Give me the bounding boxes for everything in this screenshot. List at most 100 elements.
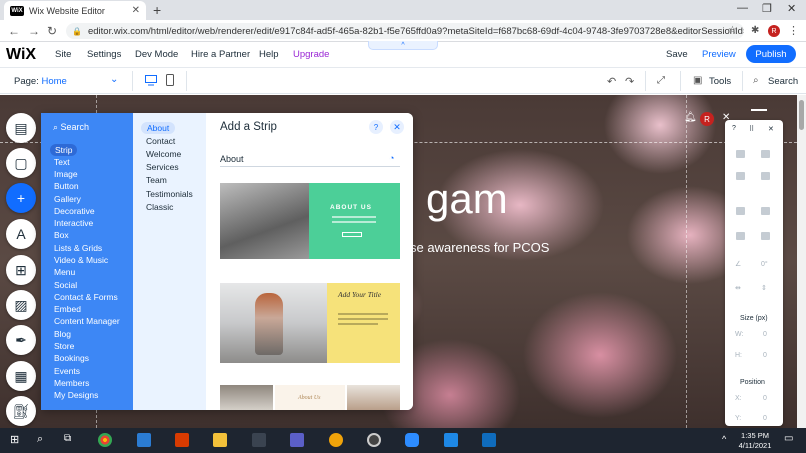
x-value[interactable]: 0 [763, 395, 767, 402]
save-button[interactable]: Save [666, 49, 688, 60]
subcategory-about[interactable]: About [141, 122, 176, 134]
subcategory-testimonials[interactable]: Testimonials [146, 189, 193, 199]
windows-start-icon[interactable]: ⊞ [10, 433, 19, 446]
profile-avatar[interactable]: R [768, 25, 780, 37]
file-explorer-taskbar-icon[interactable] [213, 433, 227, 447]
panel-search[interactable]: ⌕ Search [53, 122, 89, 133]
category-video-music[interactable]: Video & Music [54, 255, 108, 265]
redo-icon[interactable]: ↷ [625, 75, 634, 88]
site-member-avatar[interactable]: R [700, 112, 714, 126]
align-icon[interactable] [736, 232, 745, 240]
hero-subheading[interactable]: se awareness for PCOS [410, 240, 549, 255]
search-icon[interactable]: ⌕ [753, 75, 759, 86]
inspector-help-icon[interactable]: ? [732, 125, 736, 132]
zoom-taskbar-icon[interactable] [405, 433, 419, 447]
video-app-taskbar-icon[interactable] [444, 433, 458, 447]
publish-button[interactable]: Publish [746, 45, 796, 63]
collapse-top-bar-handle[interactable]: ^ [368, 41, 438, 50]
canvas-scrollbar[interactable] [797, 95, 806, 428]
business-tools-icon[interactable]: ⛽︎ [6, 396, 36, 426]
duplicate-icon[interactable] [736, 172, 745, 180]
subcategory-contact[interactable]: Contact [146, 136, 175, 146]
task-view-icon[interactable]: ⧉ [64, 433, 71, 444]
hamburger-icon[interactable] [751, 109, 767, 111]
category-box[interactable]: Box [54, 230, 69, 240]
category-bookings[interactable]: Bookings [54, 353, 89, 363]
hero-heading[interactable]: gam [426, 175, 508, 223]
scrollbar-thumb[interactable] [799, 100, 804, 130]
subcategory-welcome[interactable]: Welcome [146, 149, 181, 159]
theme-icon[interactable]: A [6, 219, 36, 249]
url-field[interactable]: 🔒 editor.wix.com/html/editor/web/rendere… [66, 23, 744, 39]
desktop-view-icon[interactable] [145, 75, 157, 86]
outlook-taskbar-icon[interactable] [137, 433, 151, 447]
distribute-icon[interactable] [761, 232, 770, 240]
stretch-icon[interactable]: ⇕ [761, 284, 767, 292]
forward-icon[interactable]: → [28, 24, 40, 38]
teams-taskbar-icon[interactable] [290, 433, 304, 447]
new-tab-icon[interactable]: + [153, 2, 161, 18]
help-icon[interactable]: ? [369, 120, 383, 134]
strip-thumbnail-add-your-title[interactable]: Add Your Title [220, 283, 400, 363]
rotate-icon[interactable]: ∠ [735, 260, 741, 268]
category-strip[interactable]: Strip [50, 144, 78, 156]
category-interactive[interactable]: Interactive [54, 218, 93, 228]
tools-icon[interactable]: ▣ [693, 75, 702, 86]
delete-icon[interactable] [761, 172, 770, 180]
info-icon[interactable]: ◔ [389, 153, 394, 163]
category-gallery[interactable]: Gallery [54, 194, 81, 204]
app-market-icon[interactable]: ⊞ [6, 255, 36, 285]
reload-icon[interactable]: ↻ [47, 24, 57, 38]
width-value[interactable]: 0 [763, 331, 767, 338]
subcategory-team[interactable]: Team [146, 175, 167, 185]
bookings-icon[interactable]: ▦ [6, 361, 36, 391]
tab-close-icon[interactable]: ✕ [132, 5, 140, 16]
office-taskbar-icon[interactable] [175, 433, 189, 447]
menu-site[interactable]: Site [55, 49, 71, 60]
category-button[interactable]: Button [54, 181, 79, 191]
category-lists-grids[interactable]: Lists & Grids [54, 243, 102, 253]
undo-icon[interactable]: ↶ [607, 75, 616, 88]
category-menu[interactable]: Menu [54, 267, 75, 277]
group-icon[interactable] [761, 207, 770, 215]
category-blog[interactable]: Blog [54, 329, 71, 339]
category-members[interactable]: Members [54, 378, 89, 388]
taskbar-clock[interactable]: 1:35 PM 4/11/2021 [735, 431, 775, 451]
media-taskbar-icon[interactable] [367, 433, 381, 447]
taskbar-search-icon[interactable]: ⌕ [37, 433, 43, 446]
category-events[interactable]: Events [54, 366, 80, 376]
menu-settings[interactable]: Settings [87, 49, 121, 60]
bookmark-star-icon[interactable]: ☆ [728, 25, 737, 36]
subcategory-classic[interactable]: Classic [146, 202, 173, 212]
pages-icon[interactable]: ▤ [6, 113, 36, 143]
minimize-icon[interactable]: — [737, 2, 748, 14]
clock-app-taskbar-icon[interactable] [329, 433, 343, 447]
extensions-icon[interactable]: ✱ [751, 25, 759, 36]
window-close-icon[interactable]: ✕ [787, 2, 796, 15]
chevron-down-icon[interactable]: ⌄ [110, 74, 118, 85]
menu-upgrade[interactable]: Upgrade [293, 49, 329, 60]
menu-dev-mode[interactable]: Dev Mode [135, 49, 178, 60]
strip-thumbnail-about-us[interactable]: ABOUT US [220, 183, 400, 259]
menu-help[interactable]: Help [259, 49, 279, 60]
app-taskbar-icon[interactable] [252, 433, 266, 447]
bell-icon[interactable]: 🔔︎ [684, 112, 697, 123]
tray-chevron-icon[interactable]: ^ [722, 434, 726, 444]
category-image[interactable]: Image [54, 169, 78, 179]
y-value[interactable]: 0 [763, 415, 767, 422]
blog-icon[interactable]: ✒ [6, 325, 36, 355]
wix-logo[interactable]: WiX [6, 46, 36, 64]
category-store[interactable]: Store [54, 341, 74, 351]
inspector-close-icon[interactable]: ✕ [768, 125, 774, 133]
page-selector[interactable]: Page: Home [14, 76, 67, 87]
search-button[interactable]: Search [768, 76, 798, 87]
category-contact-forms[interactable]: Contact & Forms [54, 292, 118, 302]
copy-icon[interactable] [736, 150, 745, 158]
menu-hire-a-partner[interactable]: Hire a Partner [191, 49, 250, 60]
mobile-view-icon[interactable] [166, 74, 174, 86]
panel-close-icon[interactable]: ✕ [390, 120, 404, 134]
paste-icon[interactable] [761, 150, 770, 158]
drag-handle-icon[interactable]: ⠿ [749, 125, 754, 133]
browser-tab[interactable]: WiX Wix Website Editor ✕ [4, 1, 146, 20]
chrome-taskbar-icon[interactable] [98, 433, 112, 447]
